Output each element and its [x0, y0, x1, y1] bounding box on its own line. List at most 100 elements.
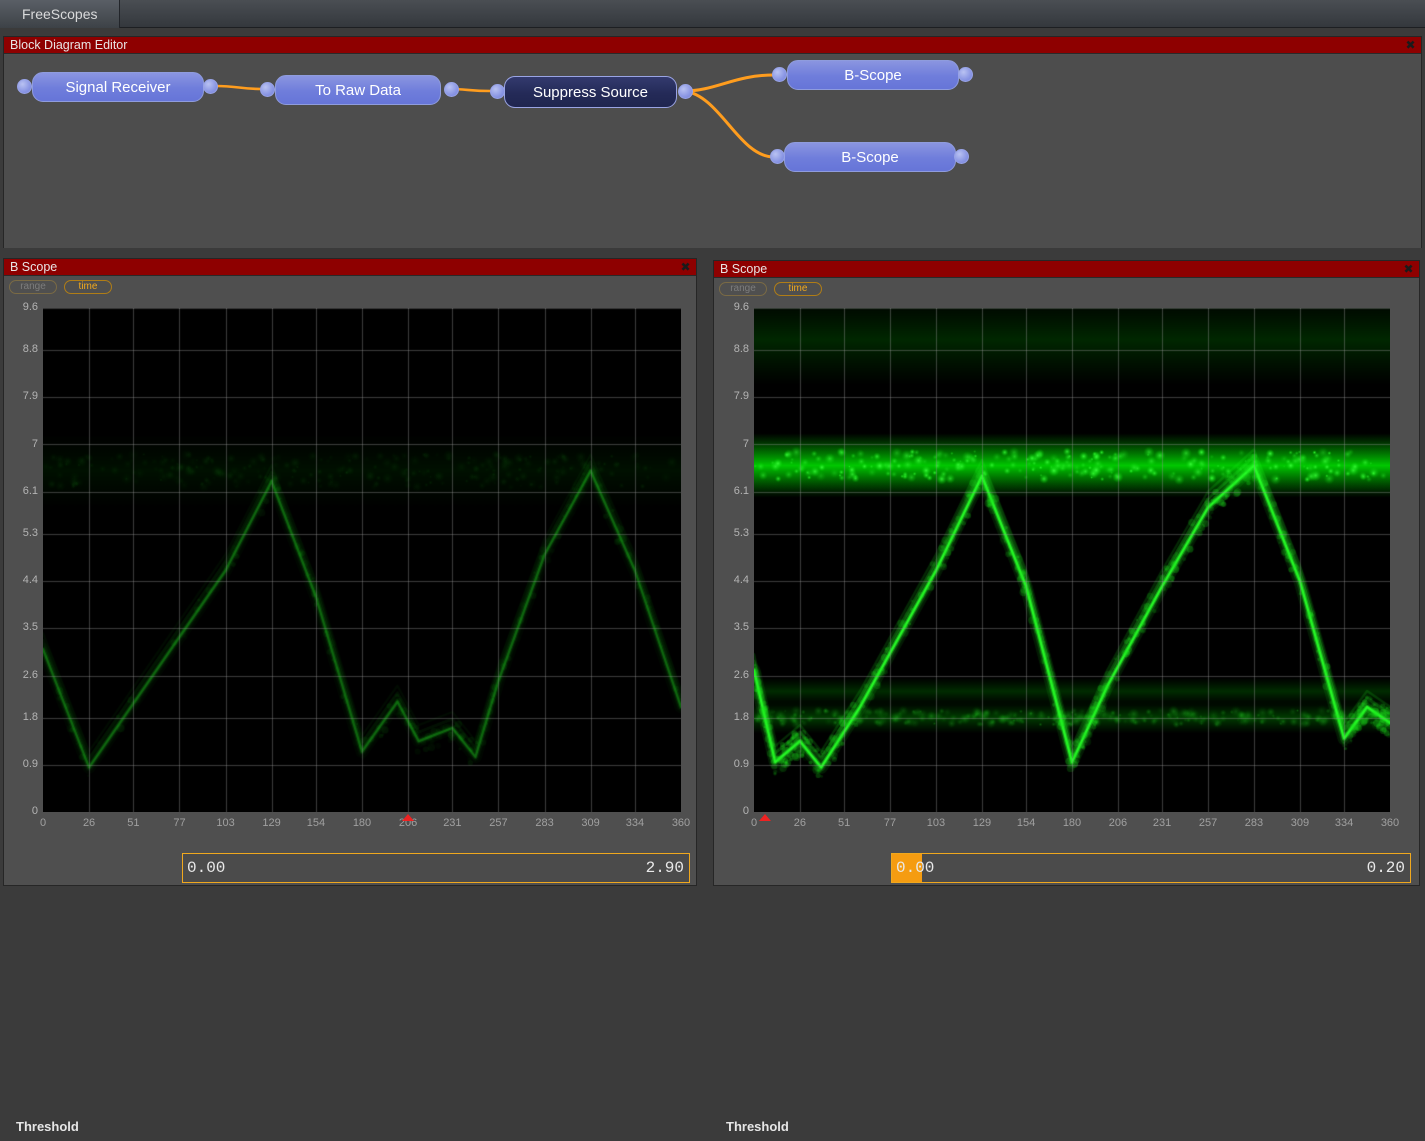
- x-tick-label: 283: [1229, 818, 1279, 829]
- close-icon[interactable]: ✖: [1402, 261, 1415, 278]
- x-tick-label: 129: [957, 818, 1007, 829]
- threshold-row-2: Threshold: [726, 1111, 1416, 1141]
- y-tick-label: 1.8: [714, 712, 749, 723]
- port-in-signal-receiver[interactable]: [17, 79, 32, 94]
- node-b-scope-2[interactable]: B-Scope: [784, 142, 956, 172]
- y-tick-label: 8.8: [4, 344, 38, 355]
- threshold-slider-1[interactable]: 0.00 2.90: [182, 853, 690, 883]
- plot-area-1: 0 0.9 1.8 2.6 3.5 4.4 5.3 6.1 7 7.9 8.8 9.6 0 26 51 77…: [4, 299, 698, 854]
- node-to-raw-data[interactable]: To Raw Data: [275, 75, 441, 105]
- range-button-2[interactable]: range: [719, 282, 767, 296]
- port-out-to-raw-data[interactable]: [444, 82, 459, 97]
- plot-area-2: 0 0.9 1.8 2.6 3.5 4.4 5.3 6.1 7 7.9 8.8 9.6 0 26 51 77…: [714, 301, 1421, 854]
- x-tick-label: 231: [1137, 818, 1187, 829]
- x-tick-label: 77: [865, 818, 915, 829]
- x-tick-label: 309: [1275, 818, 1325, 829]
- wire-3: [684, 75, 774, 91]
- close-icon[interactable]: ✖: [1404, 37, 1417, 54]
- threshold-label-1: Threshold: [16, 1119, 79, 1134]
- x-tick-label: 360: [656, 818, 706, 829]
- tab-bar: FreeScopes: [0, 0, 1425, 28]
- port-in-suppress-source[interactable]: [490, 84, 505, 99]
- y-tick-label: 6.1: [4, 486, 38, 497]
- x-tick-label: 129: [247, 818, 297, 829]
- scope-trace-canvas-2: [754, 308, 1390, 812]
- scope-canvas-1[interactable]: [43, 308, 681, 812]
- y-tick-label: 8.8: [714, 344, 749, 355]
- node-b-scope-1[interactable]: B-Scope: [787, 60, 959, 90]
- x-position-marker-1[interactable]: [402, 814, 414, 821]
- x-tick-label: 206: [1093, 818, 1143, 829]
- threshold-slider-2[interactable]: 0.00 0.20: [891, 853, 1411, 883]
- block-diagram-title-bar[interactable]: Block Diagram Editor ✖: [4, 37, 1421, 54]
- threshold-max-value-1: 2.90: [646, 859, 684, 877]
- node-label: B-Scope: [841, 149, 899, 166]
- y-tick-label: 7: [714, 439, 749, 450]
- x-tick-label: 283: [520, 818, 570, 829]
- wire-4: [684, 91, 774, 157]
- y-tick-label: 7.9: [714, 391, 749, 402]
- port-out-b-scope-1[interactable]: [958, 67, 973, 82]
- y-tick-label: 3.5: [4, 622, 38, 633]
- x-tick-label: 334: [610, 818, 660, 829]
- node-label: Suppress Source: [533, 84, 648, 101]
- x-tick-label: 77: [154, 818, 204, 829]
- x-tick-label: 103: [911, 818, 961, 829]
- y-tick-label: 4.4: [714, 575, 749, 586]
- scope-canvas-2[interactable]: [754, 308, 1390, 812]
- y-tick-label: 6.1: [714, 486, 749, 497]
- b-scope-title-bar-1[interactable]: B Scope ✖: [4, 259, 696, 276]
- x-tick-label: 180: [337, 818, 387, 829]
- time-button-1[interactable]: time: [64, 280, 112, 294]
- y-tick-label: 7.9: [4, 391, 38, 402]
- port-out-b-scope-2[interactable]: [954, 149, 969, 164]
- range-button-1[interactable]: range: [9, 280, 57, 294]
- threshold-min-value-1: 0.00: [187, 859, 225, 877]
- b-scope-title-bar-2[interactable]: B Scope ✖: [714, 261, 1419, 278]
- y-tick-label: 0.9: [714, 759, 749, 770]
- y-tick-label: 0.9: [4, 759, 38, 770]
- x-tick-label: 334: [1319, 818, 1369, 829]
- port-out-signal-receiver[interactable]: [203, 79, 218, 94]
- y-tick-label: 5.3: [4, 528, 38, 539]
- x-tick-label: 180: [1047, 818, 1097, 829]
- y-tick-label: 2.6: [714, 670, 749, 681]
- x-tick-label: 0: [729, 818, 779, 829]
- scope-trace-canvas-1: [43, 308, 681, 812]
- scope-toolbar-2: range time: [714, 279, 1421, 299]
- threshold-max-value-2: 0.20: [1367, 859, 1405, 877]
- node-label: Signal Receiver: [65, 79, 170, 96]
- threshold-label-2: Threshold: [726, 1119, 789, 1134]
- y-tick-label: 9.6: [714, 302, 749, 313]
- b-scope-title: B Scope: [10, 259, 57, 276]
- tab-freescopes[interactable]: FreeScopes: [0, 0, 120, 28]
- b-scope-panel-1: B Scope ✖ range time 0 0.9 1.8 2.6 3.5 4.4 5.3…: [3, 258, 697, 886]
- b-scope-title: B Scope: [720, 261, 767, 278]
- y-tick-label: 7: [4, 439, 38, 450]
- tab-label: FreeScopes: [22, 6, 97, 22]
- x-tick-label: 103: [201, 818, 251, 829]
- x-tick-label: 257: [473, 818, 523, 829]
- port-in-b-scope-2[interactable]: [770, 149, 785, 164]
- close-icon[interactable]: ✖: [679, 259, 692, 276]
- y-tick-label: 4.4: [4, 575, 38, 586]
- time-button-2[interactable]: time: [774, 282, 822, 296]
- x-tick-label: 26: [775, 818, 825, 829]
- y-tick-label: 9.6: [4, 302, 38, 313]
- port-out-suppress-source[interactable]: [678, 84, 693, 99]
- block-diagram-canvas[interactable]: Signal Receiver To Raw Data Suppress Sou…: [4, 55, 1421, 248]
- x-position-marker-2[interactable]: [759, 814, 771, 821]
- y-tick-label: 0: [4, 806, 38, 817]
- port-in-b-scope-1[interactable]: [772, 67, 787, 82]
- x-tick-label: 51: [108, 818, 158, 829]
- port-in-to-raw-data[interactable]: [260, 82, 275, 97]
- block-diagram-editor-panel: Block Diagram Editor ✖ Signal Receiver T…: [3, 36, 1422, 248]
- y-tick-label: 2.6: [4, 670, 38, 681]
- node-suppress-source[interactable]: Suppress Source: [504, 76, 677, 108]
- node-signal-receiver[interactable]: Signal Receiver: [32, 72, 204, 102]
- y-tick-label: 5.3: [714, 528, 749, 539]
- x-tick-label: 26: [64, 818, 114, 829]
- threshold-row-1: Threshold: [16, 1111, 696, 1141]
- node-label: B-Scope: [844, 67, 902, 84]
- b-scope-panel-2: B Scope ✖ range time 0 0.9 1.8 2.6 3.5 4.4 5.3…: [713, 260, 1420, 886]
